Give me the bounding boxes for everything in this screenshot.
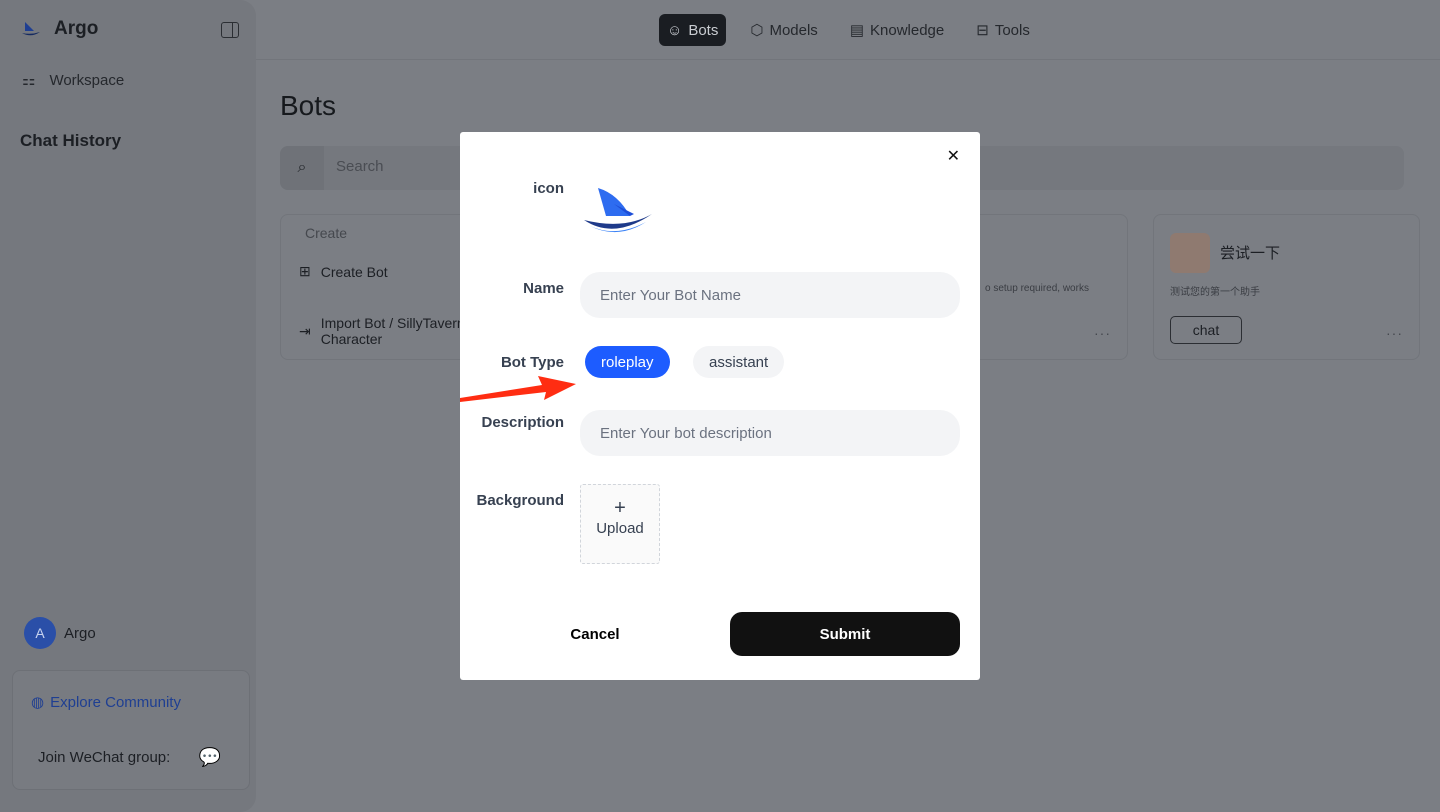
bot-desc: 测试您的第一个助手 [1170,287,1260,298]
import-bot-button[interactable]: ⇥ Import Bot / SillyTavern Character [299,315,465,347]
create-header: Create [305,225,348,241]
workspace-label: Workspace [49,71,125,89]
book-icon: ▤ [849,22,864,39]
wechat-icon[interactable]: 💬 [199,747,221,768]
bot-name-input[interactable] [580,272,960,318]
explore-community-link[interactable]: ◍ Explore Community [31,693,181,712]
bot-name: 尝试一下 [1220,245,1281,262]
bot-avatar [1170,233,1210,273]
tab-label: Models [769,21,818,39]
wechat-label: Join WeChat group: [38,749,171,766]
background-upload-button[interactable]: + Upload [580,484,660,564]
tab-label: Bots [688,21,719,39]
bot-type-label: Bot Type [500,354,564,371]
import-bot-label: Import Bot / SillyTavern Character [321,315,465,347]
tab-knowledge[interactable]: ▤ Knowledge [842,14,952,46]
toolbox-icon: ⊟ [976,22,989,39]
user-name: Argo [64,624,96,642]
bot-description-input[interactable] [580,410,960,456]
create-panel: Create ⊞ Create Bot ⇥ Import Bot / SillyTa… [280,214,470,360]
avatar: A [24,617,56,649]
page-title: Bots [280,90,337,121]
submit-button[interactable]: Submit [730,612,960,656]
cube-icon: ⬡ [750,22,764,39]
chat-button[interactable]: chat [1170,316,1242,344]
import-icon: ⇥ [299,322,311,339]
globe-icon: ◍ [31,694,45,711]
cancel-button[interactable]: Cancel [560,612,630,656]
header-divider [256,59,1440,60]
bot-icon-image[interactable] [584,186,654,238]
type-roleplay-button[interactable]: roleplay [585,346,670,378]
import-line1: Import Bot / SillyTavern [320,315,465,331]
create-bot-modal: ✕ icon Name Bot Type roleplay assistant … [460,132,980,680]
tab-label: Knowledge [870,21,945,39]
create-bot-label: Create Bot [320,263,388,280]
more-icon[interactable]: ··· [1386,325,1403,341]
community-panel: ◍ Explore Community Join WeChat group: 💬 [12,670,250,790]
sidebar-toggle-icon[interactable] [221,22,239,38]
upload-label: Upload [596,520,644,537]
sidebar-item-workspace[interactable]: ⚏ Workspace [22,71,125,90]
user-profile[interactable]: A Argo [24,617,96,649]
bot-card[interactable]: 尝试一下 测试您的第一个助手 chat ··· [1153,214,1420,360]
top-nav: ☺ Bots ⬡ Models ▤ Knowledge ⊟ Tools [659,14,1038,46]
tab-bots[interactable]: ☺ Bots [659,14,727,46]
type-assistant-button[interactable]: assistant [693,346,785,378]
background-label: Background [476,492,564,509]
brand: Argo [22,18,98,40]
close-icon[interactable]: ✕ [947,146,960,166]
plus-icon: + [614,497,626,519]
explore-label: Explore Community [50,693,181,711]
search-input[interactable] [336,158,456,175]
tab-tools[interactable]: ⊟ Tools [968,14,1038,46]
search-icon: ⌕ [280,146,324,190]
workspace-icon: ⚏ [22,72,36,89]
tab-label: Tools [994,21,1030,39]
plus-square-icon: ⊞ [299,263,311,279]
brand-name: Argo [54,18,99,39]
import-line2: Character [320,331,383,347]
sidebar: Argo ⚏ Workspace Chat History A Argo ◍ Expl… [0,0,256,812]
argo-logo-icon [22,22,40,36]
tab-models[interactable]: ⬡ Models [742,14,825,46]
bot-desc: o setup required, works [985,283,1089,294]
name-label: Name [523,280,564,297]
robot-icon: ☺ [667,21,683,39]
chat-history-heading: Chat History [20,131,122,150]
more-icon[interactable]: ··· [1094,325,1111,341]
create-bot-button[interactable]: ⊞ Create Bot [299,263,388,280]
description-label: Description [481,414,564,431]
icon-label: icon [533,180,564,197]
